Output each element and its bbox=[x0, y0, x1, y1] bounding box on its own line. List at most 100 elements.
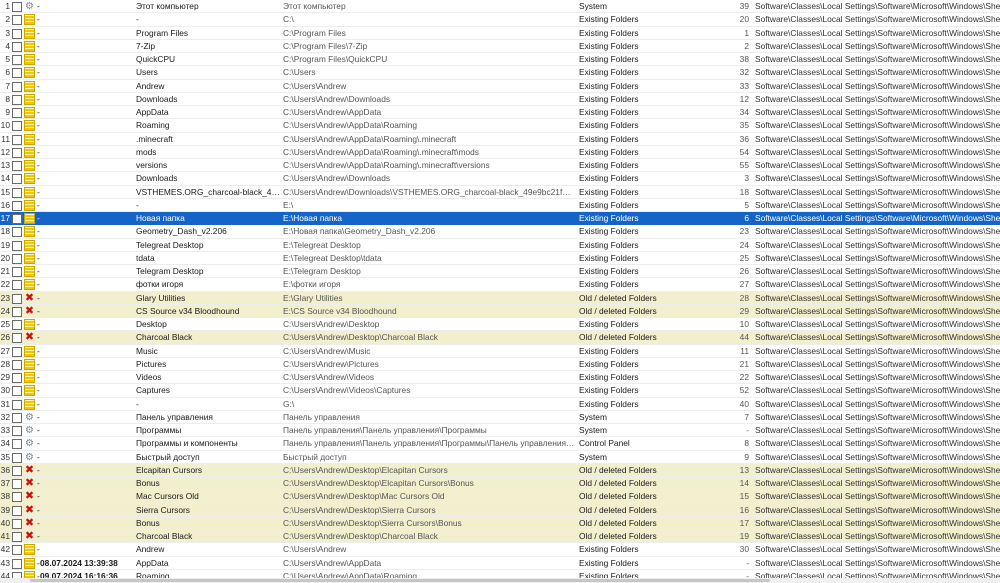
table-row[interactable]: 2 - - C:\ Existing Folders 20 Software\Classes… bbox=[0, 13, 1000, 27]
row-checkbox[interactable] bbox=[12, 174, 22, 185]
row-checkbox[interactable] bbox=[12, 253, 22, 264]
row-checkbox[interactable] bbox=[12, 333, 22, 344]
row-checkbox[interactable] bbox=[12, 492, 22, 503]
row-checkbox[interactable] bbox=[12, 558, 22, 569]
table-row[interactable]: ✖ 37 - Bonus C:\Users\Andrew\Desktop\Elcapit… bbox=[0, 477, 1000, 491]
row-checkbox[interactable] bbox=[12, 267, 22, 277]
row-checkbox[interactable] bbox=[12, 187, 22, 198]
table-row[interactable]: 27 - Music C:\Users\Andrew\Music Existing Fo… bbox=[0, 345, 1000, 358]
table-row[interactable]: ⚙ 32 - Панель управления Панель управления Sy… bbox=[0, 411, 1000, 424]
table-row[interactable]: 8 - Downloads C:\Users\Andrew\Downloads Exis… bbox=[0, 93, 1000, 106]
horizontal-scrollbar[interactable] bbox=[0, 578, 1000, 583]
table-row[interactable]: 6 - Users C:\Users Existing Folders 32 Softwar… bbox=[0, 66, 1000, 80]
table-row[interactable]: ⚙ 33 - Программы Панель управления\Панель уп… bbox=[0, 424, 1000, 438]
row-checkbox[interactable] bbox=[12, 55, 22, 65]
row-checkbox[interactable] bbox=[12, 373, 22, 383]
table-row[interactable]: 28 - Pictures C:\Users\Andrew\Pictures Exist… bbox=[0, 358, 1000, 371]
row-checkbox[interactable] bbox=[12, 2, 22, 12]
folder-type-cell: Old / deleted Folders bbox=[579, 504, 657, 515]
row-checkbox[interactable] bbox=[12, 320, 22, 330]
row-checkbox[interactable] bbox=[12, 505, 22, 516]
table-row[interactable]: ✖ 26 - Charcoal Black C:\Users\Andrew\Deskto… bbox=[0, 331, 1000, 345]
modified-date-cell: 08.07.2024 13:39:38 bbox=[40, 557, 118, 568]
registry-key-cell: Software\Classes\Local Settings\Software… bbox=[755, 133, 1000, 144]
registry-key-cell: Software\Classes\Local Settings\Software… bbox=[755, 1, 1000, 11]
row-checkbox[interactable] bbox=[12, 94, 22, 105]
table-row[interactable]: 3 - Program Files C:\Program Files Existing … bbox=[0, 27, 1000, 40]
row-checkbox[interactable] bbox=[12, 399, 22, 410]
row-checkbox[interactable] bbox=[12, 426, 22, 436]
table-row[interactable]: 43 - 08.07.2024 13:39:38 AppData C:\Users\An… bbox=[0, 557, 1000, 570]
table-row[interactable]: ✖ 24 - CS Source v34 Bloodhound E:\CS Source… bbox=[0, 304, 1000, 318]
folder-name-cell: Videos bbox=[136, 372, 162, 382]
row-checkbox[interactable] bbox=[12, 41, 22, 52]
table-row[interactable]: 9 - AppData C:\Users\Andrew\AppData Existing… bbox=[0, 106, 1000, 120]
row-checkbox[interactable] bbox=[12, 28, 22, 39]
row-checkbox[interactable] bbox=[12, 306, 22, 317]
row-checkbox[interactable] bbox=[12, 161, 22, 171]
table-row[interactable]: 21 - Telegram Desktop E:\Telegram Desktop Ex… bbox=[0, 265, 1000, 279]
row-checkbox[interactable] bbox=[12, 280, 22, 291]
table-row[interactable]: 18 - Geometry_Dash_v2.206 E:\Новая папка\Ge… bbox=[0, 225, 1000, 239]
dash-marker: - bbox=[37, 199, 40, 210]
row-checkbox[interactable] bbox=[12, 108, 22, 118]
row-checkbox[interactable] bbox=[12, 68, 22, 79]
row-checkbox[interactable] bbox=[12, 293, 22, 304]
row-checkbox[interactable] bbox=[12, 465, 22, 476]
table-row[interactable]: 5 - QuickCPU C:\Program Files\QuickCPU Exist… bbox=[0, 53, 1000, 67]
row-checkbox[interactable] bbox=[12, 227, 22, 238]
table-row[interactable]: 20 - tdata E:\Telegreat Desktop\tdata Existi… bbox=[0, 252, 1000, 265]
table-row[interactable]: 14 - Downloads C:\Users\Andrew\Downloads Exi… bbox=[0, 172, 1000, 186]
table-row[interactable]: 4 - 7-Zip C:\Program Files\7-Zip Existing Fo… bbox=[0, 40, 1000, 53]
row-checkbox[interactable] bbox=[12, 452, 22, 463]
table-row[interactable]: 22 - фотки игоря E:\фотки игоря Existing Fol… bbox=[0, 278, 1000, 292]
table-row[interactable]: 15 - VSTHEMES.ORG_charcoal-black_49e... C:\… bbox=[0, 186, 1000, 199]
table-row[interactable]: 12 - mods C:\Users\Andrew\AppData\Roaming\.… bbox=[0, 146, 1000, 159]
table-row[interactable]: 13 - versions C:\Users\Andrew\AppData\Roami… bbox=[0, 159, 1000, 173]
table-row[interactable]: 10 - Roaming C:\Users\Andrew\AppData\Roamin… bbox=[0, 119, 1000, 133]
row-checkbox[interactable] bbox=[12, 346, 22, 357]
row-checkbox[interactable] bbox=[12, 240, 22, 251]
row-checkbox[interactable] bbox=[12, 81, 22, 92]
table-row[interactable]: 17 - Новая папка E:\Новая папка Existing Fol… bbox=[0, 212, 1000, 226]
table-row[interactable]: ✖ 36 - Elcapitan Cursors C:\Users\Andrew\Des… bbox=[0, 463, 1000, 477]
table-row[interactable]: ⚙ 35 - Быстрый доступ Быстрый доступ System 9 S… bbox=[0, 451, 1000, 464]
horizontal-scrollbar-thumb[interactable] bbox=[30, 579, 770, 582]
row-checkbox[interactable] bbox=[12, 214, 22, 224]
row-checkbox[interactable] bbox=[12, 532, 22, 542]
table-row[interactable]: ✖ 38 - Mac Cursors Old C:\Users\Andrew\Deskt… bbox=[0, 490, 1000, 504]
row-checkbox[interactable] bbox=[12, 386, 22, 397]
row-checkbox[interactable] bbox=[12, 15, 22, 26]
dash-marker: - bbox=[37, 120, 40, 131]
table-row[interactable]: ⚙ 34 - Программы и компоненты Панель управле… bbox=[0, 437, 1000, 451]
row-checkbox[interactable] bbox=[12, 359, 22, 370]
row-number: 31 bbox=[0, 398, 10, 409]
table-row[interactable]: ✖ 23 - Glary Utilities E:\Glary Utilities Old… bbox=[0, 291, 1000, 305]
table-row[interactable]: ⚙ 1 - Этот компьютер Этот компьютер System 39 S… bbox=[0, 0, 1000, 14]
row-checkbox[interactable] bbox=[12, 147, 22, 158]
row-checkbox[interactable] bbox=[12, 134, 22, 145]
table-row[interactable]: 7 - Andrew C:\Users\Andrew Existing Folders 3… bbox=[0, 80, 1000, 93]
row-checkbox[interactable] bbox=[12, 479, 22, 489]
table-row[interactable]: ✖ 39 - Sierra Cursors C:\Users\Andrew\Deskto… bbox=[0, 503, 1000, 517]
table-row[interactable]: 29 - Videos C:\Users\Andrew\Videos Existing … bbox=[0, 371, 1000, 385]
table-row[interactable]: 25 - Desktop C:\Users\Andrew\Desktop Existin… bbox=[0, 318, 1000, 332]
table-row[interactable]: ✖ 40 - Bonus C:\Users\Andrew\Desktop\Sierra … bbox=[0, 516, 1000, 530]
row-checkbox[interactable] bbox=[12, 412, 22, 423]
table-row[interactable]: 11 - .minecraft C:\Users\Andrew\AppData\Roa… bbox=[0, 133, 1000, 146]
registry-key-cell: Software\Classes\Local Settings\Software… bbox=[755, 67, 1000, 78]
table-row[interactable]: 30 - Captures C:\Users\Andrew\Videos\Captur… bbox=[0, 384, 1000, 398]
folder-icon bbox=[24, 93, 35, 105]
row-checkbox[interactable] bbox=[12, 439, 22, 450]
folder-name-cell: Mac Cursors Old bbox=[136, 491, 199, 502]
row-checkbox[interactable] bbox=[12, 545, 22, 556]
table-row[interactable]: 42 - Andrew C:\Users\Andrew Existing Folders… bbox=[0, 543, 1000, 557]
row-checkbox[interactable] bbox=[12, 121, 22, 132]
row-checkbox[interactable] bbox=[12, 518, 22, 529]
table-row[interactable]: ✖ 41 - Charcoal Black C:\Users\Andrew\Deskto… bbox=[0, 530, 1000, 544]
dash-marker: - bbox=[37, 464, 40, 475]
table-row[interactable]: 31 - - G:\ Existing Folders 40 Software\Classe… bbox=[0, 398, 1000, 411]
table-row[interactable]: 16 - - E:\ Existing Folders 5 Software\Classes… bbox=[0, 199, 1000, 212]
row-checkbox[interactable] bbox=[12, 200, 22, 211]
table-row[interactable]: 19 - Telegreat Desktop E:\Telegreat Desktop… bbox=[0, 239, 1000, 252]
